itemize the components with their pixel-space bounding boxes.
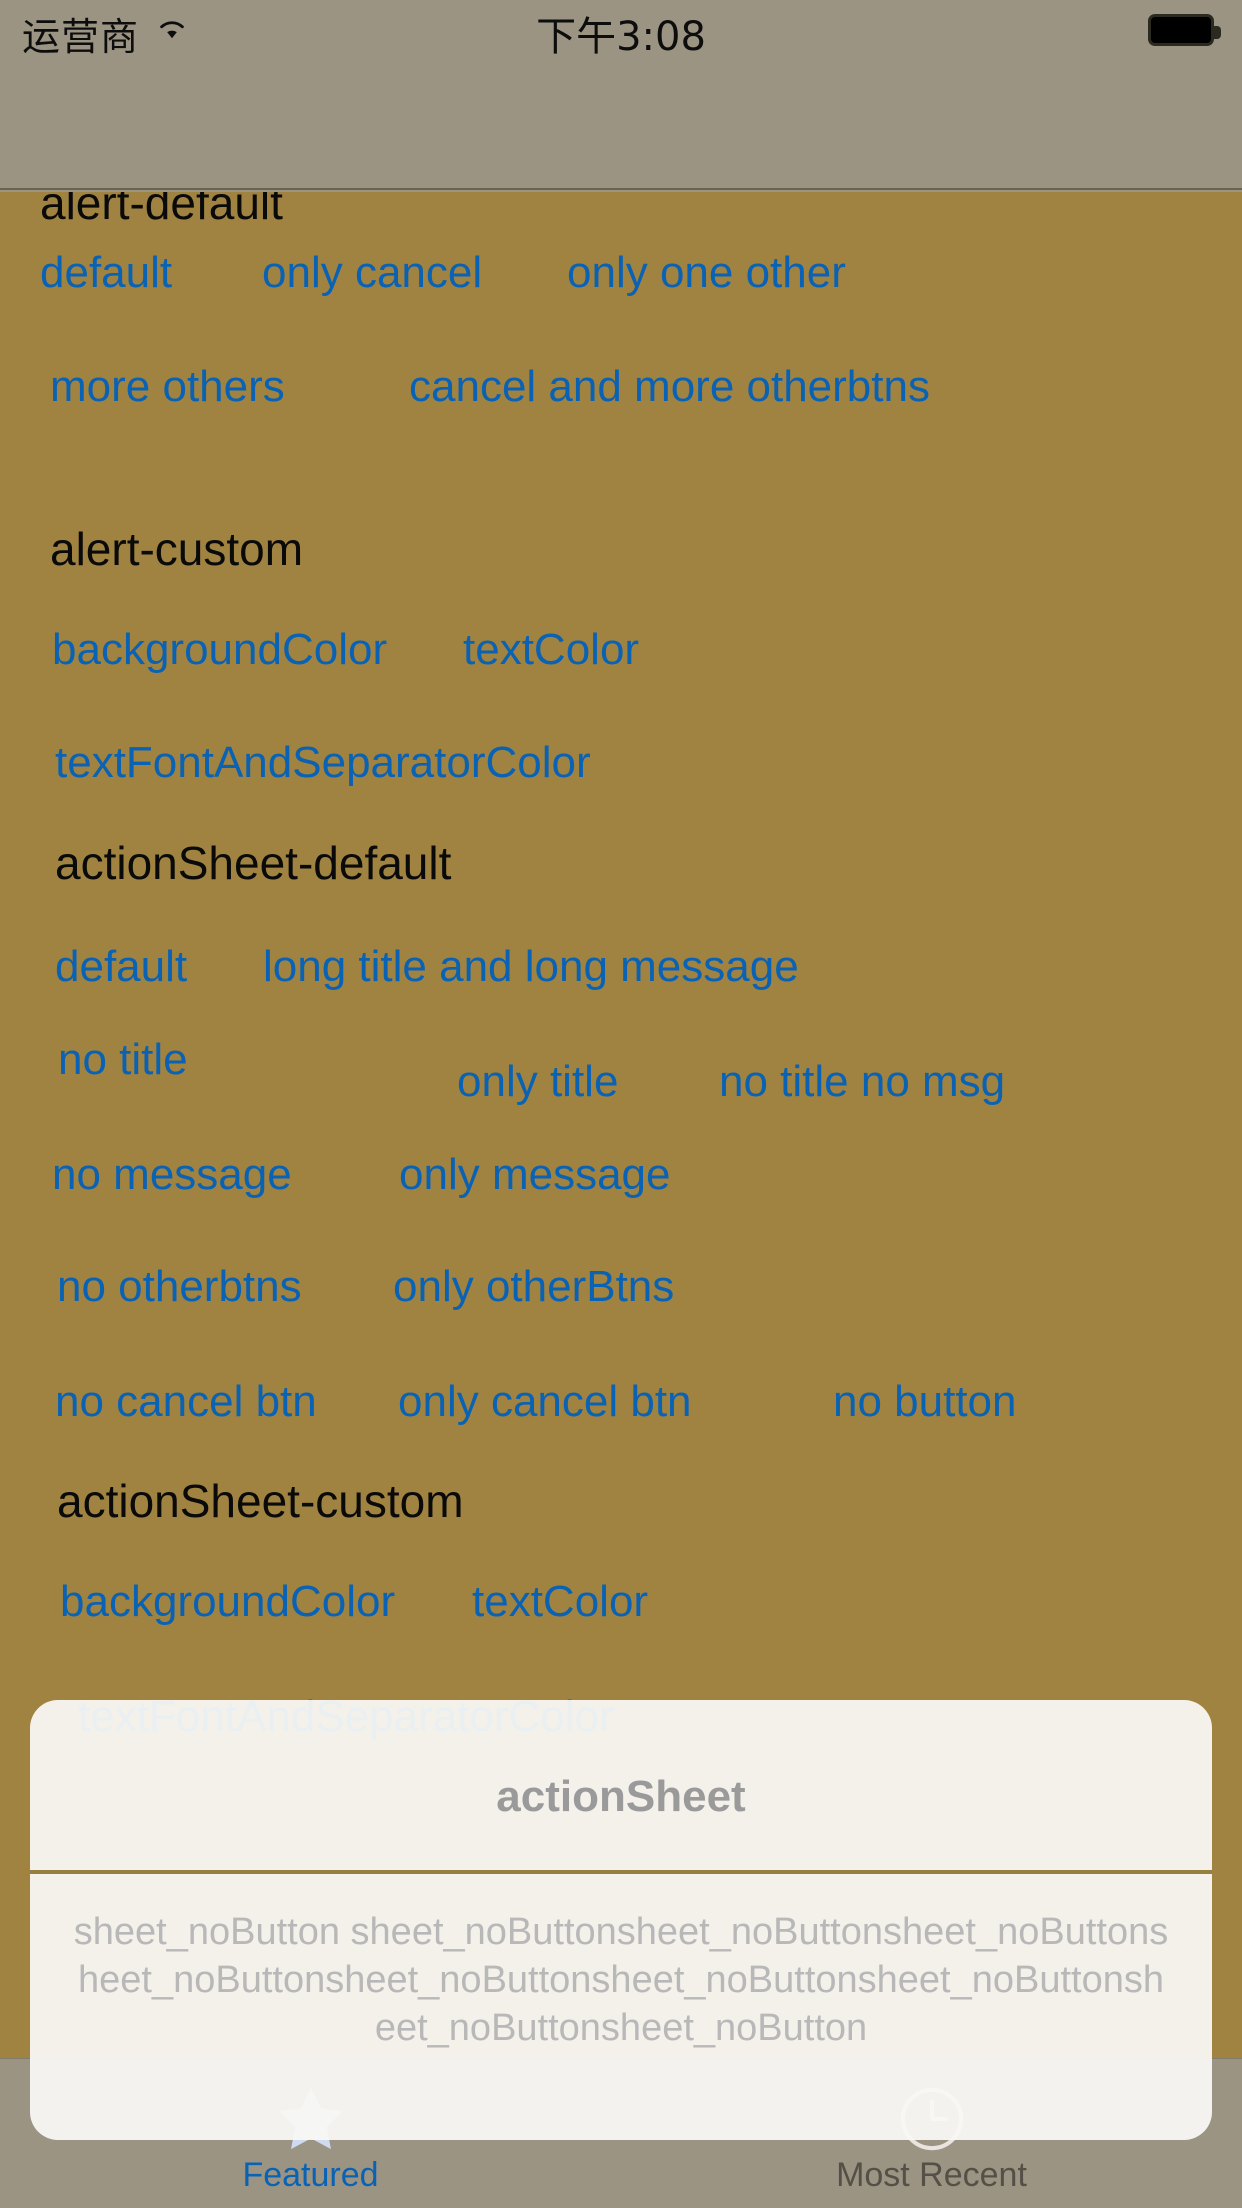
navigation-bar — [0, 60, 1242, 190]
button-alert-cancel-and-more-otherbtns[interactable]: cancel and more otherbtns — [409, 362, 930, 412]
button-alert-only-cancel[interactable]: only cancel — [262, 248, 482, 298]
button-sheet-no-title[interactable]: no title — [58, 1035, 188, 1085]
button-alert-more-others[interactable]: more others — [50, 362, 285, 412]
action-sheet-header: actionSheet — [30, 1700, 1212, 1870]
section-title-actionsheet-custom: actionSheet-custom — [57, 1475, 464, 1527]
action-sheet-title: actionSheet — [496, 1772, 746, 1821]
button-sheet-no-cancel-btn[interactable]: no cancel btn — [55, 1377, 317, 1427]
button-alert-custom-text-color[interactable]: textColor — [463, 625, 639, 675]
tab-featured-label: Featured — [242, 2156, 379, 2194]
button-sheet-no-message[interactable]: no message — [52, 1150, 292, 1200]
action-sheet-panel[interactable]: actionSheet sheet_noButton sheet_noButto… — [30, 1700, 1212, 2140]
button-sheet-only-title[interactable]: only title — [457, 1057, 618, 1107]
button-sheet-only-otherbtns[interactable]: only otherBtns — [393, 1262, 674, 1312]
button-sheet-no-button[interactable]: no button — [833, 1377, 1017, 1427]
app-screen: alert-default default only cancel only o… — [0, 0, 1242, 2208]
button-sheet-custom-text-color[interactable]: textColor — [472, 1577, 648, 1627]
status-bar: 运营商 下午3:08 — [0, 0, 1242, 60]
battery-icon — [1148, 14, 1221, 46]
button-alert-custom-text-font-and-separator-color[interactable]: textFontAndSeparatorColor — [55, 738, 591, 788]
button-alert-only-one-other[interactable]: only one other — [567, 248, 846, 298]
tab-most-recent-label: Most Recent — [836, 2156, 1027, 2194]
button-sheet-default[interactable]: default — [55, 942, 187, 992]
button-sheet-no-title-no-msg[interactable]: no title no msg — [719, 1057, 1005, 1107]
section-title-actionsheet-default: actionSheet-default — [55, 837, 452, 889]
button-sheet-only-cancel-btn[interactable]: only cancel btn — [398, 1377, 692, 1427]
section-title-alert-default: alert-default — [40, 192, 283, 229]
button-alert-custom-background-color[interactable]: backgroundColor — [52, 625, 387, 675]
status-bar-time: 下午3:08 — [536, 14, 706, 60]
button-sheet-only-message[interactable]: only message — [399, 1150, 670, 1200]
section-title-alert-custom: alert-custom — [50, 523, 304, 575]
action-sheet-message: sheet_noButton sheet_noButtonsheet_noBut… — [73, 1911, 1169, 2049]
button-sheet-no-otherbtns[interactable]: no otherbtns — [57, 1262, 302, 1312]
button-sheet-long-title-and-long-message[interactable]: long title and long message — [263, 942, 799, 992]
action-sheet-separator — [30, 1870, 1212, 1874]
button-sheet-custom-background-color[interactable]: backgroundColor — [60, 1577, 395, 1627]
button-alert-default[interactable]: default — [40, 248, 172, 298]
